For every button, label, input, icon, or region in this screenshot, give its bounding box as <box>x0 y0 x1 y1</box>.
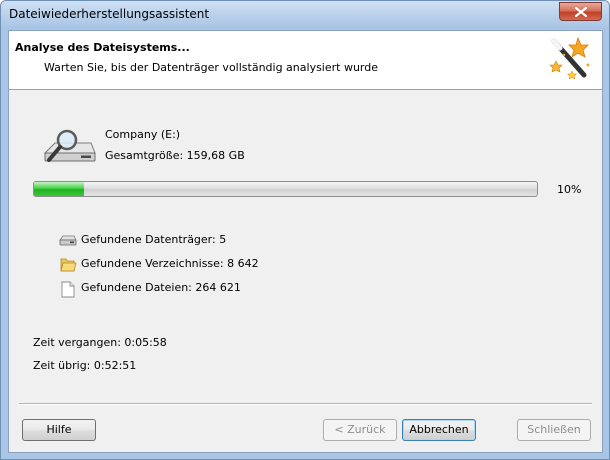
wizard-header: Analyse des Dateisystems... Warten Sie, … <box>9 31 602 90</box>
button-separator <box>19 403 592 405</box>
window-title: Dateiwiederherstellungsassistent <box>9 7 210 21</box>
file-icon <box>61 281 75 298</box>
found-folders-label: Gefundene Verzeichnisse: 8 642 <box>81 257 259 270</box>
analysis-progress-bar <box>33 181 538 197</box>
wizard-window: Dateiwiederherstellungsassistent Analyse… <box>0 0 610 460</box>
folder-icon <box>60 258 77 272</box>
wizard-body: Analyse des Dateisystems... Warten Sie, … <box>8 30 603 453</box>
close-button[interactable]: Schließen <box>517 419 591 441</box>
back-button[interactable]: < Zurück <box>323 419 397 441</box>
progress-percent: 10% <box>557 183 582 196</box>
progress-fill <box>34 182 85 196</box>
window-close-button[interactable] <box>559 2 602 21</box>
found-drives-label: Gefundene Datenträger: 5 <box>81 233 227 246</box>
time-elapsed: Zeit vergangen: 0:05:58 <box>33 336 167 349</box>
drive-name: Company (E:) <box>105 128 181 141</box>
magic-wand-icon <box>549 36 590 80</box>
title-bar[interactable]: Dateiwiederherstellungsassistent <box>1 1 609 29</box>
close-icon <box>575 7 587 17</box>
drive-icon <box>59 235 77 246</box>
drive-total-size: Gesamtgröße: 159,68 GB <box>105 149 245 162</box>
cancel-button[interactable]: Abbrechen <box>402 419 476 441</box>
found-files-label: Gefundene Dateien: 264 621 <box>81 281 241 294</box>
hard-drive-magnifier-icon <box>43 129 96 162</box>
help-button[interactable]: Hilfe <box>22 419 96 441</box>
page-title: Analyse des Dateisystems... <box>15 41 190 54</box>
page-subtitle: Warten Sie, bis der Datenträger vollstän… <box>44 61 379 74</box>
time-remaining: Zeit übrig: 0:52:51 <box>33 359 137 372</box>
